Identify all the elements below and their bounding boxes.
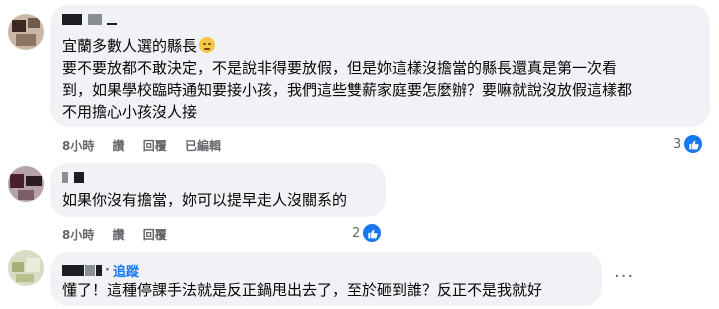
reaction-count[interactable]: 3 (673, 133, 703, 155)
comment-text-line: 懂了！這種停課手法就是反正鍋甩出去了，至於砸到誰？反正不是我就好 (62, 281, 543, 299)
avatar[interactable] (8, 14, 44, 50)
more-options-icon[interactable]: ··· (614, 266, 634, 287)
author-name[interactable]: · 追蹤 (62, 261, 139, 280)
sad-face-emoji-icon (199, 37, 216, 53)
comment-1: 宜蘭多數人選的縣長 要不要放都不敢決定，不是說非得要放假，但是妳這樣沒擔當的縣長… (0, 0, 719, 160)
comment-text-line: 如果你沒有擔當，妳可以提早走人沒關系的 (62, 191, 348, 209)
timestamp[interactable]: 8小時 (62, 139, 94, 153)
comment-text-line: 要不要放都不敢決定，不是說非得要放假，但是妳這樣沒擔當的縣長還真是第一次看 (62, 59, 618, 77)
comment-text-line: 宜蘭多數人選的縣長 (62, 35, 216, 57)
comment-bubble: · 追蹤 懂了！這種停課手法就是反正鍋甩出去了，至於砸到誰？反正不是我就好 (50, 252, 602, 306)
comment-3: · 追蹤 懂了！這種停課手法就是反正鍋甩出去了，至於砸到誰？反正不是我就好 ··… (0, 240, 719, 309)
comment-text-line: 不用擔心小孩沒人接 (62, 103, 198, 121)
follow-button[interactable]: 追蹤 (113, 261, 139, 280)
reply-button[interactable]: 回覆 (143, 139, 167, 153)
comment-2: 如果你沒有擔當，妳可以提早走人沒關系的 2 8小時 讚 回覆 (0, 160, 719, 242)
comment-bubble: 如果你沒有擔當，妳可以提早走人沒關系的 (50, 163, 386, 217)
comment-meta: 8小時 讚 回覆 已編輯 (62, 137, 235, 154)
thumbs-up-icon (684, 135, 703, 153)
comment-text-line: 到，如果學校臨時通知要接小孩，我們這些雙薪家庭要怎麼辦？要嘛就說沒放假這樣都 (62, 81, 633, 99)
author-name[interactable] (62, 14, 118, 29)
like-button[interactable]: 讚 (113, 139, 125, 153)
reaction-number: 3 (673, 136, 682, 152)
author-name[interactable] (62, 172, 84, 187)
follow-separator: · (105, 263, 110, 278)
avatar[interactable] (8, 166, 44, 202)
comment-bubble: 宜蘭多數人選的縣長 要不要放都不敢決定，不是說非得要放假，但是妳這樣沒擔當的縣長… (50, 5, 710, 127)
avatar[interactable] (8, 250, 44, 286)
edited-label[interactable]: 已編輯 (185, 139, 221, 153)
reaction-number: 2 (352, 225, 361, 241)
